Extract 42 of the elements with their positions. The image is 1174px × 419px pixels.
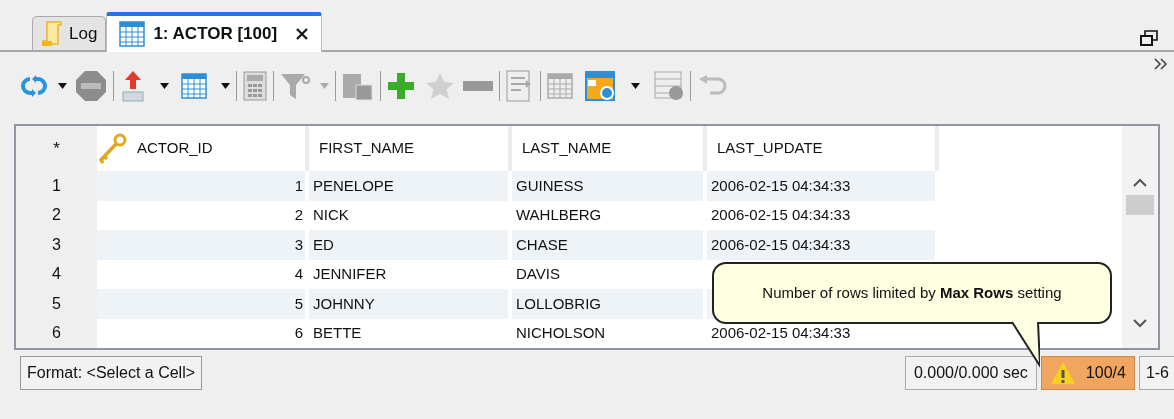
table-check-icon[interactable] xyxy=(654,71,684,101)
tab[interactable]: 1: ACTOR [100] xyxy=(106,12,323,52)
save-table-icon[interactable] xyxy=(342,71,374,101)
scrollbar-thumb[interactable] xyxy=(1126,195,1154,215)
scroll-up-icon[interactable] xyxy=(1133,178,1147,187)
table-icon[interactable] xyxy=(181,73,207,99)
tooltip-text: Number of rows limited by Max Rows setting xyxy=(762,282,1062,303)
scroll-icon xyxy=(41,19,63,48)
document-arrow-icon[interactable] xyxy=(506,70,534,102)
refresh-icon[interactable] xyxy=(18,73,50,99)
column-header: * xyxy=(16,126,97,172)
close-icon[interactable] xyxy=(295,27,310,41)
table-icon[interactable] xyxy=(547,73,573,99)
caret-icon[interactable] xyxy=(221,83,230,89)
row-number: 1 xyxy=(16,171,97,201)
range-label: 1-6 xyxy=(1138,356,1174,390)
row-number: 2 xyxy=(16,200,97,231)
table-settings-icon[interactable] xyxy=(585,71,615,101)
caret-icon[interactable] xyxy=(631,83,640,89)
filter-icon[interactable] xyxy=(280,71,310,101)
caret-icon[interactable] xyxy=(160,83,169,89)
row-count-badge[interactable]: 100/4 xyxy=(1040,356,1135,390)
calculator-icon[interactable] xyxy=(243,71,267,101)
warning-icon xyxy=(1049,361,1076,385)
caret-icon[interactable] xyxy=(58,83,67,89)
plus-icon[interactable] xyxy=(387,72,415,100)
undo-icon[interactable] xyxy=(697,75,727,97)
row-number: 5 xyxy=(16,289,97,319)
tab[interactable]: Log xyxy=(32,16,107,50)
row-number: 4 xyxy=(16,259,97,290)
export-icon[interactable] xyxy=(120,70,146,102)
format-field[interactable]: Format: <Select a Cell> xyxy=(20,356,203,390)
stop-icon[interactable] xyxy=(75,70,107,102)
restore-window-icon[interactable] xyxy=(1140,30,1158,46)
table-icon[interactable] xyxy=(119,21,146,47)
column-header[interactable]: ACTOR_ID xyxy=(97,126,309,172)
row-number: 6 xyxy=(16,318,97,348)
scroll-down-icon[interactable] xyxy=(1133,319,1147,328)
row-number: 3 xyxy=(16,230,97,260)
timing-label: 0.000/0.000 sec xyxy=(904,356,1037,390)
double-chevron-icon[interactable] xyxy=(1154,58,1168,70)
star-icon[interactable] xyxy=(425,72,455,100)
